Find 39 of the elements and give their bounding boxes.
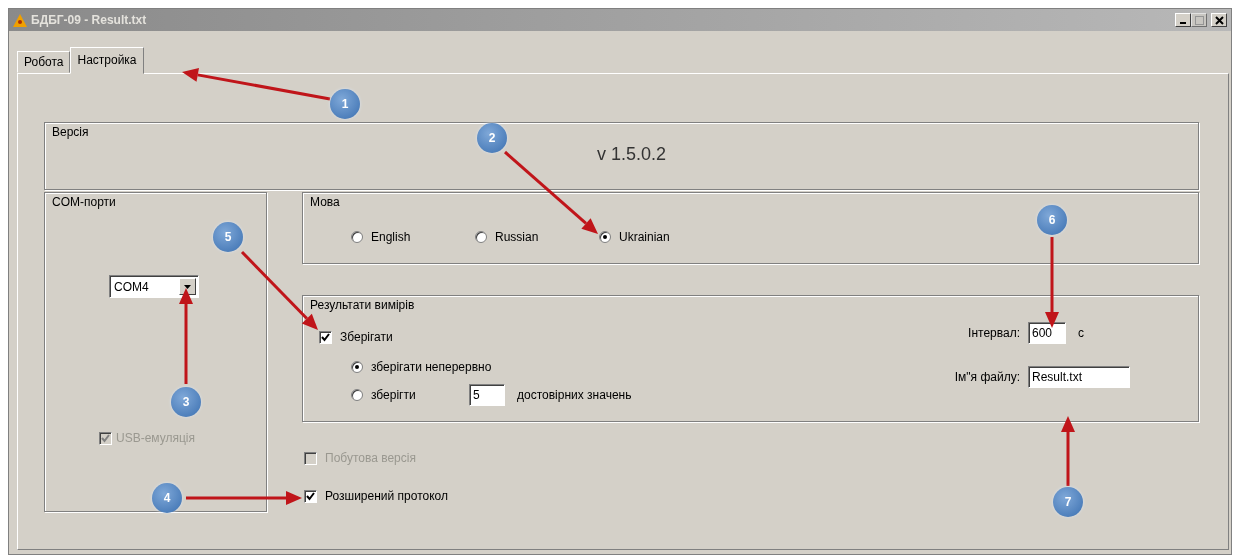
window-title: БДБГ-09 - Result.txt — [31, 12, 147, 29]
checkbox[interactable] — [319, 330, 332, 344]
radio-button[interactable] — [351, 231, 363, 243]
checkbox-label: Розширений протокол — [325, 488, 448, 505]
checkbox-label: USB-емуляція — [116, 430, 195, 447]
radio-suffix: достовірних значень — [517, 387, 632, 404]
warning-icon — [13, 13, 27, 27]
unit-label: с — [1078, 325, 1084, 342]
group-title: Версія — [51, 125, 90, 139]
radio-button[interactable] — [351, 361, 363, 373]
radio-label: зберігати неперервно — [371, 359, 492, 376]
tab[interactable]: Робота — [17, 51, 71, 73]
version-text: v 1.5.0.2 — [596, 143, 666, 166]
radio-button[interactable] — [475, 231, 487, 243]
arrow — [1061, 416, 1075, 486]
filename-field[interactable]: Result.txt — [1028, 366, 1130, 388]
interval-field[interactable]: 600 — [1028, 322, 1066, 344]
radio-button[interactable] — [351, 389, 363, 401]
filename-label: Ім"я файлу: — [953, 369, 1020, 386]
close-icon — [1214, 15, 1224, 25]
group-title: Мова — [309, 195, 341, 209]
close-button[interactable] — [1211, 13, 1227, 27]
count-field[interactable]: 5 — [469, 384, 505, 406]
radio-button[interactable] — [599, 231, 611, 243]
minimize-button[interactable] — [1175, 13, 1191, 27]
interval-label: Інтервал: — [967, 325, 1020, 342]
checkbox-label: Побутова версія — [325, 450, 416, 467]
maximize-button[interactable] — [1191, 13, 1207, 27]
radio-label: Russian — [495, 229, 539, 246]
radio-label: English — [371, 229, 411, 246]
radio-label: зберігти — [371, 387, 417, 404]
group-title: Результати вимірів — [309, 298, 416, 312]
checkbox[interactable] — [304, 489, 317, 503]
group-title: COM-порти — [51, 195, 117, 209]
port-dropdown[interactable]: COM4 — [109, 275, 199, 298]
radio-label: Ukrainian — [619, 229, 670, 246]
checkbox-label: Зберігати — [340, 329, 393, 346]
maximize-icon — [1194, 15, 1204, 25]
tab[interactable]: Настройка — [70, 47, 144, 74]
